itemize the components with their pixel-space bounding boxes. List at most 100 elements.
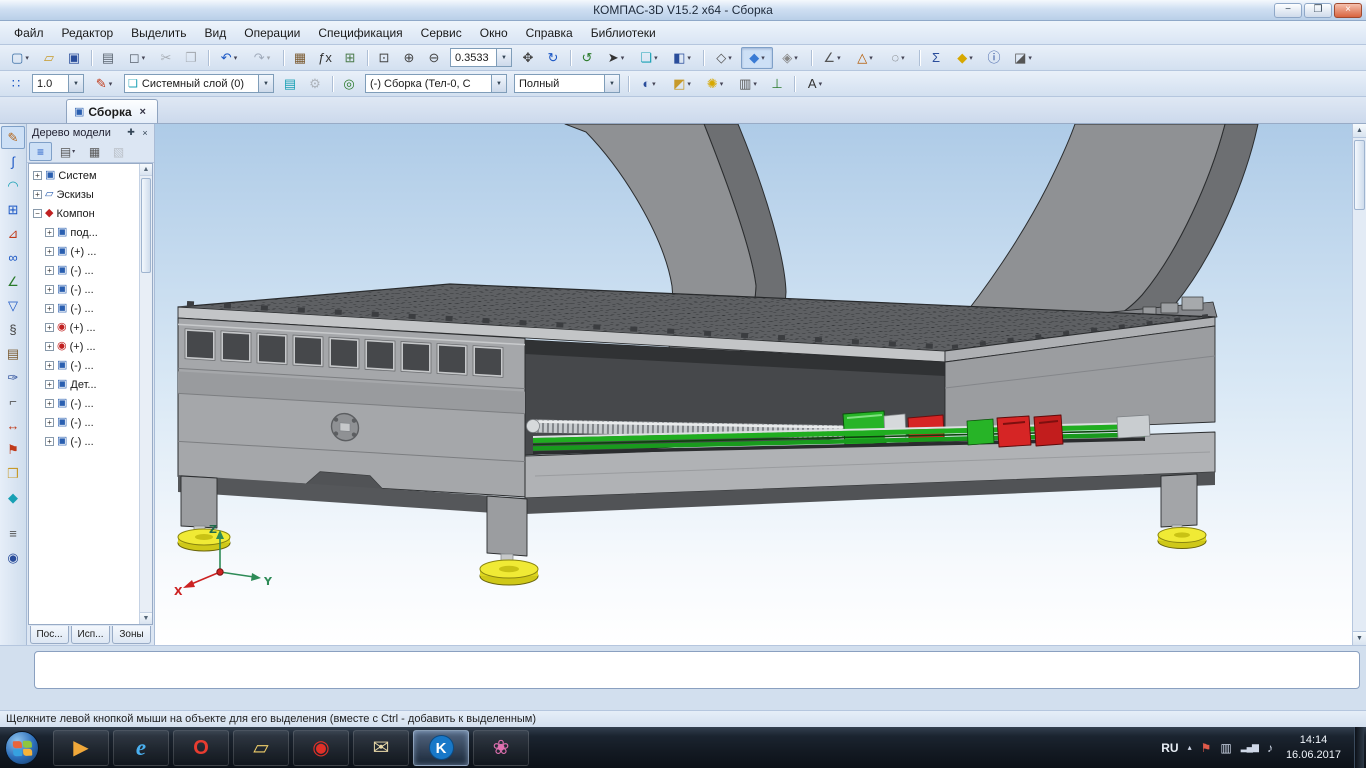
current-layer-combo[interactable]: ❏ Системный слой (0) [124, 74, 274, 93]
library-manager-button[interactable]: ▦ [283, 47, 312, 69]
redo-button[interactable]: ↷ [246, 47, 278, 69]
pan-button[interactable]: ✥ [516, 47, 540, 69]
specification-panel-button[interactable]: § [1, 318, 25, 341]
taskbar-abbyy-button[interactable]: ◉ [293, 729, 349, 766]
chevron-down-icon[interactable] [68, 75, 83, 92]
variables-button[interactable]: ƒx [313, 47, 337, 69]
shaded-button[interactable]: ◆ [741, 46, 773, 69]
tree-tab-zones[interactable]: Зоны [112, 626, 151, 644]
measure-button[interactable]: ∠ [811, 47, 848, 69]
language-indicator[interactable]: RU [1161, 741, 1178, 755]
origin-axes-button[interactable]: ⊥ [765, 73, 789, 95]
scrollbar-thumb[interactable] [1354, 140, 1365, 210]
tree-item[interactable]: + ▣ (-) ... [29, 280, 152, 299]
tree-item[interactable]: + ▣ (-) ... [29, 261, 152, 280]
undo-button[interactable]: ↶ [208, 47, 245, 69]
menu-operations[interactable]: Операции [236, 23, 308, 43]
taskbar-mail-button[interactable]: ✉ [353, 729, 409, 766]
menu-window[interactable]: Окно [472, 23, 516, 43]
new-document-button[interactable]: ▢ [4, 47, 36, 69]
scroll-up-icon[interactable]: ▲ [1353, 124, 1366, 138]
tree-item[interactable]: + ◉ (+) ... [29, 337, 152, 356]
print-button[interactable]: ▤ [91, 47, 120, 69]
tree-composition-button[interactable]: ▦ [83, 142, 106, 161]
tree-item[interactable]: + ▣ Дет... [29, 375, 152, 394]
reports-panel-button[interactable]: ▤ [1, 342, 25, 365]
document-tab-assembly[interactable]: ▣ Сборка × [66, 99, 158, 123]
taskbar-opera-button[interactable]: O [173, 729, 229, 766]
tree-item[interactable]: + ▱ Эскизы [29, 185, 152, 204]
scroll-down-icon[interactable]: ▼ [140, 612, 152, 624]
tray-flag-icon[interactable]: ⚑ [1201, 742, 1212, 754]
surfaces-panel-button[interactable]: ◠ [1, 174, 25, 197]
tree-item[interactable]: + ▣ Систем [29, 166, 152, 185]
tree-structure-button[interactable]: ≡ [29, 142, 52, 161]
minimize-button[interactable]: − [1274, 2, 1302, 18]
taskbar-clock[interactable]: 14:14 16.06.2017 [1282, 733, 1345, 763]
zoom-out-button[interactable]: ⊖ [422, 47, 446, 69]
rotate-button[interactable]: ↻ [541, 47, 565, 69]
chevron-down-icon[interactable] [604, 75, 619, 92]
tree-item[interactable]: − ◆ Компон [29, 204, 152, 223]
menu-libraries[interactable]: Библиотеки [583, 23, 664, 43]
layers-manager-button[interactable]: ▤ [278, 73, 302, 95]
search-panel-button[interactable]: ◉ [1, 546, 25, 569]
tree-expander[interactable]: − [33, 209, 42, 218]
menu-view[interactable]: Вид [197, 23, 235, 43]
line-style-button[interactable]: ✎ [88, 73, 120, 95]
scroll-down-icon[interactable]: ▼ [1353, 631, 1366, 645]
edit-target-combo[interactable]: (-) Сборка (Тел-0, С [365, 74, 507, 93]
wireframe-button[interactable]: ◇ [703, 47, 740, 69]
edit-assembly-panel-button[interactable]: ✎ [1, 126, 25, 149]
tree-expander[interactable]: + [33, 190, 42, 199]
selection-filter-button[interactable]: ➤ [600, 47, 632, 69]
tray-volume-icon[interactable]: ♪ [1267, 742, 1273, 754]
open-button[interactable]: ▱ [37, 47, 61, 69]
show-desktop-button[interactable] [1354, 727, 1364, 768]
restore-button[interactable]: ❐ [1304, 2, 1332, 18]
tree-tab-pos[interactable]: Пос... [30, 626, 69, 644]
refresh-button[interactable]: ↺ [570, 47, 599, 69]
3d-viewport[interactable]: Z X Y [155, 124, 1352, 645]
line-width-combo[interactable]: 1.0 [32, 74, 84, 93]
tree-expander[interactable]: + [33, 171, 42, 180]
tree-expander[interactable]: + [45, 247, 54, 256]
tray-network-icon[interactable]: ▂▄▆ [1241, 743, 1259, 752]
tree-expander[interactable]: + [45, 342, 54, 351]
taskbar-ie-button[interactable]: e [113, 729, 169, 766]
component-button[interactable]: ◆ [949, 47, 981, 69]
tree-tab-isp[interactable]: Исп... [71, 626, 110, 644]
snap-button[interactable]: ∷ [4, 73, 28, 95]
tree-item[interactable]: + ▣ (-) ... [29, 413, 152, 432]
tray-display-icon[interactable]: ▥ [1220, 742, 1231, 754]
scrollbar-thumb[interactable] [141, 178, 151, 273]
perspective-button[interactable]: ◩ [666, 73, 698, 95]
start-button[interactable] [5, 730, 39, 765]
filters-panel-button[interactable]: ▽ [1, 294, 25, 317]
arrays-panel-button[interactable]: ⊞ [1, 198, 25, 221]
mates-panel-button[interactable]: ∞ [1, 246, 25, 269]
tree-expander[interactable]: + [45, 380, 54, 389]
chevron-down-icon[interactable] [496, 49, 511, 66]
properties-panel-button[interactable]: ≡ [1, 522, 25, 545]
copy-button[interactable]: ❐ [179, 47, 203, 69]
layer-settings-button[interactable]: ⚙ [303, 73, 327, 95]
mass-properties-button[interactable]: Σ [919, 47, 948, 69]
tree-item[interactable]: + ▣ (-) ... [29, 356, 152, 375]
scrollbar-track[interactable] [1353, 212, 1366, 631]
parts-library-panel-button[interactable]: ❒ [1, 462, 25, 485]
tree-item[interactable]: + ▣ под... [29, 223, 152, 242]
tab-close-icon[interactable]: × [136, 106, 150, 118]
aux-geometry-panel-button[interactable]: ⊿ [1, 222, 25, 245]
menu-help[interactable]: Справка [518, 23, 581, 43]
menu-select[interactable]: Выделить [123, 23, 194, 43]
spell-check-button[interactable]: А [794, 73, 831, 95]
tree-item[interactable]: + ▣ (-) ... [29, 432, 152, 451]
macro-panel-button[interactable]: ◆ [1, 486, 25, 509]
menu-editor[interactable]: Редактор [54, 23, 122, 43]
designations-panel-button[interactable]: ⚑ [1, 438, 25, 461]
spreadsheet-button[interactable]: ⊞ [338, 47, 362, 69]
tree-item[interactable]: + ▣ (-) ... [29, 394, 152, 413]
check-collisions-button[interactable]: △ [849, 47, 881, 69]
tree-expander[interactable]: + [45, 266, 54, 275]
